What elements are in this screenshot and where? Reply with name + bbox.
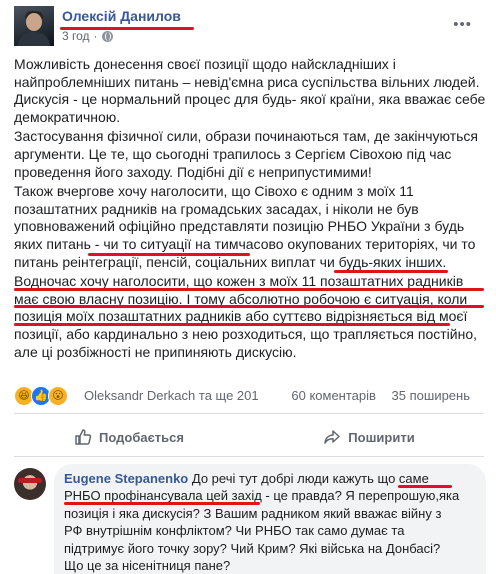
highlight-underline	[64, 502, 260, 505]
comments-count[interactable]: 60 коментарів	[291, 388, 376, 403]
text-line: Дискусія - це нормальний процес для будь…	[14, 91, 486, 108]
comment-line: Що це за нісенітниця пане?	[64, 558, 231, 574]
paragraph: Також вчергове хочу наголосити, що Сівох…	[14, 183, 494, 271]
share-label: Поширити	[348, 429, 415, 445]
facebook-post: Олексій Данилов 3 год · ••• Можливість д…	[0, 0, 496, 574]
text-line: Також вчергове хочу наголосити, що Сівох…	[14, 183, 414, 200]
thumbs-up-icon	[75, 429, 92, 445]
like-button[interactable]: Подобається	[14, 420, 244, 454]
engagement-counts: 60 коментарів 35 поширень	[291, 388, 470, 403]
author-name[interactable]: Олексій Данилов	[62, 8, 181, 24]
post-text: Можливість донесення своєї позиції щодо …	[14, 56, 494, 363]
highlight-underline	[334, 270, 448, 273]
like-label: Подобається	[99, 429, 184, 445]
comment-author[interactable]: Eugene Stepanenko	[64, 471, 188, 486]
highlight-underline	[14, 288, 484, 291]
author-avatar[interactable]	[14, 6, 54, 46]
text-line: аргументи. Це те, що сьогодні трапилось …	[14, 145, 452, 162]
highlight-underline	[14, 323, 450, 326]
highlight-underline	[88, 253, 250, 256]
post-header: Олексій Данилов 3 год · •••	[14, 6, 484, 46]
text-line: яких питань - чи то ситуації на тимчасов…	[14, 235, 476, 252]
reactions-bar: 😆 👍 😮 Oleksandr Derkach та ще 201 60 ком…	[14, 386, 484, 406]
comment-line: позиція і яка дискусія? З Вашим радником…	[64, 505, 442, 521]
text-line: демократичною.	[14, 108, 121, 125]
comment-line-text: До речі тут добрі люди кажуть що саме	[191, 471, 429, 486]
divider	[14, 456, 484, 457]
share-button[interactable]: Поширити	[254, 420, 484, 454]
commenter-avatar[interactable]	[14, 468, 46, 500]
paragraph: Можливість донесення своєї позиції щодо …	[14, 56, 494, 126]
text-line: позаштатних радників на громадських заса…	[14, 200, 419, 217]
comment-line: підтримує його точку зору? Чий Крим? Які…	[64, 540, 441, 556]
wow-icon: 😮	[48, 386, 68, 406]
comment-text: Eugene Stepanenko До речі тут добрі люди…	[64, 470, 484, 574]
text-line: найпроблемніших питань – невід'ємна риса…	[14, 73, 480, 90]
highlight-underline	[14, 305, 484, 308]
post-meta: 3 год ·	[62, 29, 113, 43]
shares-count[interactable]: 35 поширень	[392, 388, 470, 403]
post-actions: Подобається Поширити	[14, 420, 484, 454]
more-icon[interactable]: •••	[453, 16, 472, 33]
post-time[interactable]: 3 год	[62, 29, 90, 43]
reaction-icons[interactable]: 😆 👍 😮	[14, 386, 68, 406]
paragraph: Застосування фізичної сили, образи почин…	[14, 128, 494, 181]
text-line: уповноважений офіційно представляти пози…	[14, 218, 465, 235]
text-line: Застосування фізичної сили, образи почин…	[14, 128, 478, 145]
reaction-names[interactable]: Oleksandr Derkach та ще 201	[84, 388, 259, 403]
text-line: позиції, або кардинально з нею розходить…	[14, 325, 478, 342]
share-arrow-icon	[324, 430, 341, 444]
divider	[14, 413, 484, 414]
text-line: Можливість донесення своєї позиції щодо …	[14, 56, 396, 72]
text-line: питань реінтеграції, пенсій, соціальних …	[14, 253, 447, 270]
text-line: проведення його заходу. Подібні дії є не…	[14, 163, 372, 180]
comment-line: РФ внутрішнім конфліктом? Чи РНБО так са…	[64, 523, 405, 539]
highlight-underline	[398, 485, 452, 488]
paragraph: Водночас хочу наголосити, що кожен з мої…	[14, 273, 494, 361]
globe-icon	[101, 30, 113, 42]
text-line: але ці розбіжності не припиняють дискусі…	[14, 343, 297, 360]
